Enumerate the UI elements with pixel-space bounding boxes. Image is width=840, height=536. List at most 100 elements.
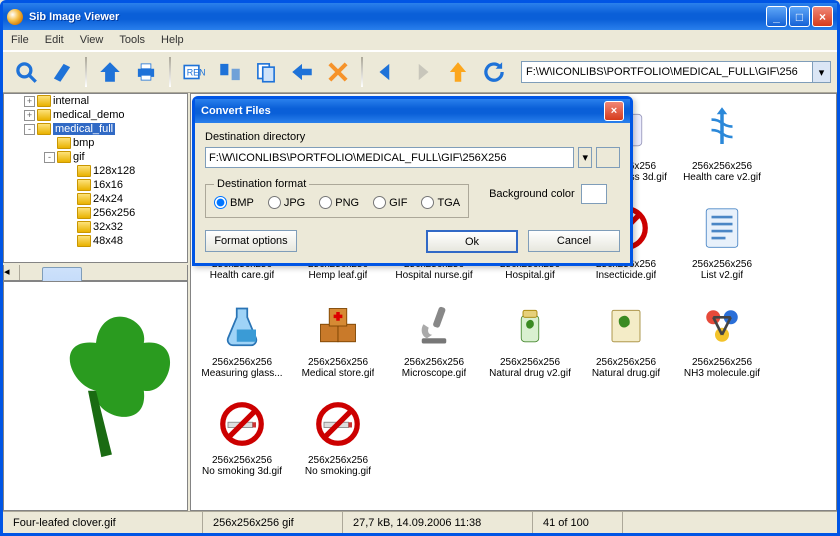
- maximize-button[interactable]: □: [789, 6, 810, 27]
- menu-file[interactable]: File: [9, 32, 31, 48]
- tree-label: 256x256: [93, 207, 135, 219]
- thumbnail-item[interactable]: 256x256x256Natural drug.gif: [580, 295, 672, 389]
- status-filename: Four-leafed clover.gif: [3, 512, 203, 533]
- tree-label: internal: [53, 95, 89, 107]
- thumbnail-item[interactable]: 256x256x256No smoking.gif: [292, 393, 384, 487]
- thumbnail-item[interactable]: 256x256x256Medical store.gif: [292, 295, 384, 389]
- cancel-button[interactable]: Cancel: [528, 230, 620, 252]
- tree-label: medical_demo: [53, 109, 125, 121]
- tree-node[interactable]: +medical_demo: [4, 108, 187, 122]
- search-icon[interactable]: [9, 55, 43, 89]
- format-radio-bmp[interactable]: BMP: [214, 196, 254, 209]
- folder-icon: [77, 179, 91, 191]
- thumbnail-name: Microscope.gif: [402, 368, 466, 379]
- folder-icon: [37, 109, 51, 121]
- tree-scrollbar[interactable]: ◂: [3, 265, 188, 281]
- status-size: 27,7 kB, 14.09.2006 11:38: [343, 512, 533, 533]
- folder-icon: [77, 193, 91, 205]
- format-radio-png[interactable]: PNG: [319, 196, 359, 209]
- thumbnail-item[interactable]: 256x256x256List v2.gif: [676, 197, 768, 291]
- thumbnail-icon: [302, 393, 374, 455]
- menu-view[interactable]: View: [78, 32, 106, 48]
- thumbnail-name: Health care v2.gif: [683, 172, 761, 183]
- save-icon[interactable]: [93, 55, 127, 89]
- thumbnail-item[interactable]: 256x256x256Microscope.gif: [388, 295, 480, 389]
- bgcolor-label: Background color: [489, 188, 575, 200]
- thumbnail-icon: [206, 393, 278, 455]
- tree-label: 128x128: [93, 165, 135, 177]
- format-options-button[interactable]: Format options: [205, 230, 297, 252]
- thumbnail-dims: 256x256x256: [212, 357, 272, 368]
- thumbnail-item[interactable]: 256x256x256Measuring glass...: [196, 295, 288, 389]
- move-icon[interactable]: [285, 55, 319, 89]
- preview-pane: [3, 281, 188, 511]
- thumbnail-dims: 256x256x256: [308, 357, 368, 368]
- menu-tools[interactable]: Tools: [117, 32, 147, 48]
- status-dims: 256x256x256 gif: [203, 512, 343, 533]
- status-bar: Four-leafed clover.gif 256x256x256 gif 2…: [3, 511, 837, 533]
- tree-node[interactable]: 24x24: [4, 192, 187, 206]
- tree-node[interactable]: -gif: [4, 150, 187, 164]
- address-dropdown-icon[interactable]: ▾: [813, 61, 831, 83]
- dest-input[interactable]: [205, 147, 574, 168]
- folder-icon: [37, 95, 51, 107]
- thumbnail-item[interactable]: 256x256x256Health care v2.gif: [676, 99, 768, 193]
- copy-icon[interactable]: [249, 55, 283, 89]
- thumbnail-icon: [686, 197, 758, 259]
- bgcolor-swatch[interactable]: [581, 184, 607, 204]
- thumbnail-item[interactable]: 256x256x256NH3 molecule.gif: [676, 295, 768, 389]
- thumbnail-name: Medical store.gif: [302, 368, 375, 379]
- close-button[interactable]: ×: [812, 6, 833, 27]
- menu-help[interactable]: Help: [159, 32, 186, 48]
- folder-icon: [57, 137, 71, 149]
- print-icon[interactable]: [129, 55, 163, 89]
- format-radio-tga[interactable]: TGA: [421, 196, 460, 209]
- dialog-close-icon[interactable]: ×: [604, 101, 624, 121]
- tree-node[interactable]: 16x16: [4, 178, 187, 192]
- address-input[interactable]: [521, 61, 813, 83]
- folder-icon: [77, 221, 91, 233]
- tree-node[interactable]: bmp: [4, 136, 187, 150]
- tree-node[interactable]: -medical_full: [4, 122, 187, 136]
- thumbnail-name: No smoking 3d.gif: [202, 466, 282, 477]
- tree-label: 32x32: [93, 221, 123, 233]
- tree-node[interactable]: 32x32: [4, 220, 187, 234]
- dialog-title: Convert Files: [201, 105, 271, 117]
- tree-node[interactable]: +internal: [4, 94, 187, 108]
- toolbar: REN ▾: [3, 51, 837, 93]
- thumbnail-dims: 256x256x256: [692, 357, 752, 368]
- thumbnail-name: Hemp leaf.gif: [309, 270, 368, 281]
- delete-icon[interactable]: [321, 55, 355, 89]
- scan-icon[interactable]: [45, 55, 79, 89]
- thumbnail-name: NH3 molecule.gif: [684, 368, 760, 379]
- tree-node[interactable]: 48x48: [4, 234, 187, 248]
- thumbnail-icon: [686, 295, 758, 357]
- tree-node[interactable]: 128x128: [4, 164, 187, 178]
- thumbnail-name: Insecticide.gif: [596, 270, 657, 281]
- thumbnail-item[interactable]: 256x256x256Natural drug v2.gif: [484, 295, 576, 389]
- minimize-button[interactable]: _: [766, 6, 787, 27]
- forward-icon[interactable]: [405, 55, 439, 89]
- up-icon[interactable]: [441, 55, 475, 89]
- tree-label: 48x48: [93, 235, 123, 247]
- thumbnail-dims: 256x256x256: [596, 357, 656, 368]
- format-radio-jpg[interactable]: JPG: [268, 196, 305, 209]
- browse-folder-icon[interactable]: [596, 147, 620, 168]
- tree-node[interactable]: 256x256: [4, 206, 187, 220]
- folder-tree[interactable]: +internal+medical_demo-medical_fullbmp-g…: [3, 93, 188, 263]
- format-radio-gif[interactable]: GIF: [373, 196, 407, 209]
- thumbnail-dims: 256x256x256: [308, 455, 368, 466]
- thumbnail-item[interactable]: 256x256x256No smoking 3d.gif: [196, 393, 288, 487]
- ok-button[interactable]: Ok: [426, 230, 518, 253]
- thumbnail-name: Natural drug.gif: [592, 368, 660, 379]
- thumbnail-name: Hospital nurse.gif: [395, 270, 472, 281]
- menu-edit[interactable]: Edit: [43, 32, 66, 48]
- dest-label: Destination directory: [205, 131, 620, 143]
- app-icon: [7, 9, 23, 25]
- dest-dropdown-icon[interactable]: ▾: [578, 147, 592, 168]
- convert-icon[interactable]: [213, 55, 247, 89]
- folder-icon: [77, 165, 91, 177]
- back-icon[interactable]: [369, 55, 403, 89]
- rename-icon[interactable]: REN: [177, 55, 211, 89]
- refresh-icon[interactable]: [477, 55, 511, 89]
